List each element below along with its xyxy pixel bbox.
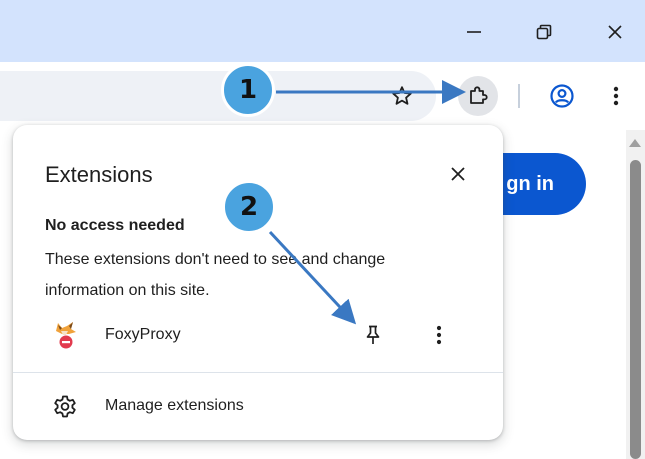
minimize-icon <box>467 31 481 33</box>
page-scrollbar[interactable] <box>626 130 645 459</box>
profile-button[interactable] <box>542 76 582 116</box>
more-vert-icon <box>436 325 442 345</box>
extensions-popup: Extensions No access needed These extens… <box>13 125 503 440</box>
step-badge-2: 2 <box>222 180 276 234</box>
restore-icon <box>536 24 552 40</box>
popup-close-button[interactable] <box>443 159 473 189</box>
popup-title: Extensions <box>45 162 153 187</box>
address-bar[interactable] <box>0 71 436 121</box>
puzzle-extensions-icon <box>470 86 488 104</box>
profile-icon <box>550 84 574 108</box>
manage-extensions-label: Manage extensions <box>105 397 244 414</box>
close-icon <box>451 167 465 181</box>
pin-icon <box>366 325 380 344</box>
manage-extensions-item[interactable]: Manage extensions <box>13 387 503 427</box>
section-description: These extensions don't need to see and c… <box>45 251 386 299</box>
minimize-button[interactable] <box>454 12 494 52</box>
more-vert-icon <box>613 86 619 106</box>
window-close-button[interactable] <box>595 12 635 52</box>
close-icon <box>608 25 622 39</box>
sign-in-label: gn in <box>506 172 554 195</box>
browser-titlebar <box>0 0 645 62</box>
scrollbar-thumb[interactable] <box>630 160 641 459</box>
browser-menu-button[interactable] <box>596 76 636 116</box>
extension-more-button[interactable] <box>421 317 457 353</box>
scroll-up-arrow-icon[interactable] <box>629 139 641 147</box>
extension-row-foxyproxy[interactable]: FoxyProxy <box>13 315 503 357</box>
section-heading: No access needed <box>45 217 185 234</box>
toolbar-divider <box>518 84 520 108</box>
extension-name: FoxyProxy <box>105 326 181 343</box>
popup-divider <box>13 372 503 373</box>
gear-icon <box>51 393 79 421</box>
restore-button[interactable] <box>524 12 564 52</box>
star-icon <box>392 86 412 105</box>
pin-extension-button[interactable] <box>355 317 391 353</box>
step-badge-1: 1 <box>221 63 275 117</box>
bookmark-star-button[interactable] <box>382 76 422 116</box>
browser-toolbar <box>0 62 645 130</box>
foxyproxy-logo-icon <box>56 322 76 349</box>
extensions-button[interactable] <box>458 76 498 116</box>
